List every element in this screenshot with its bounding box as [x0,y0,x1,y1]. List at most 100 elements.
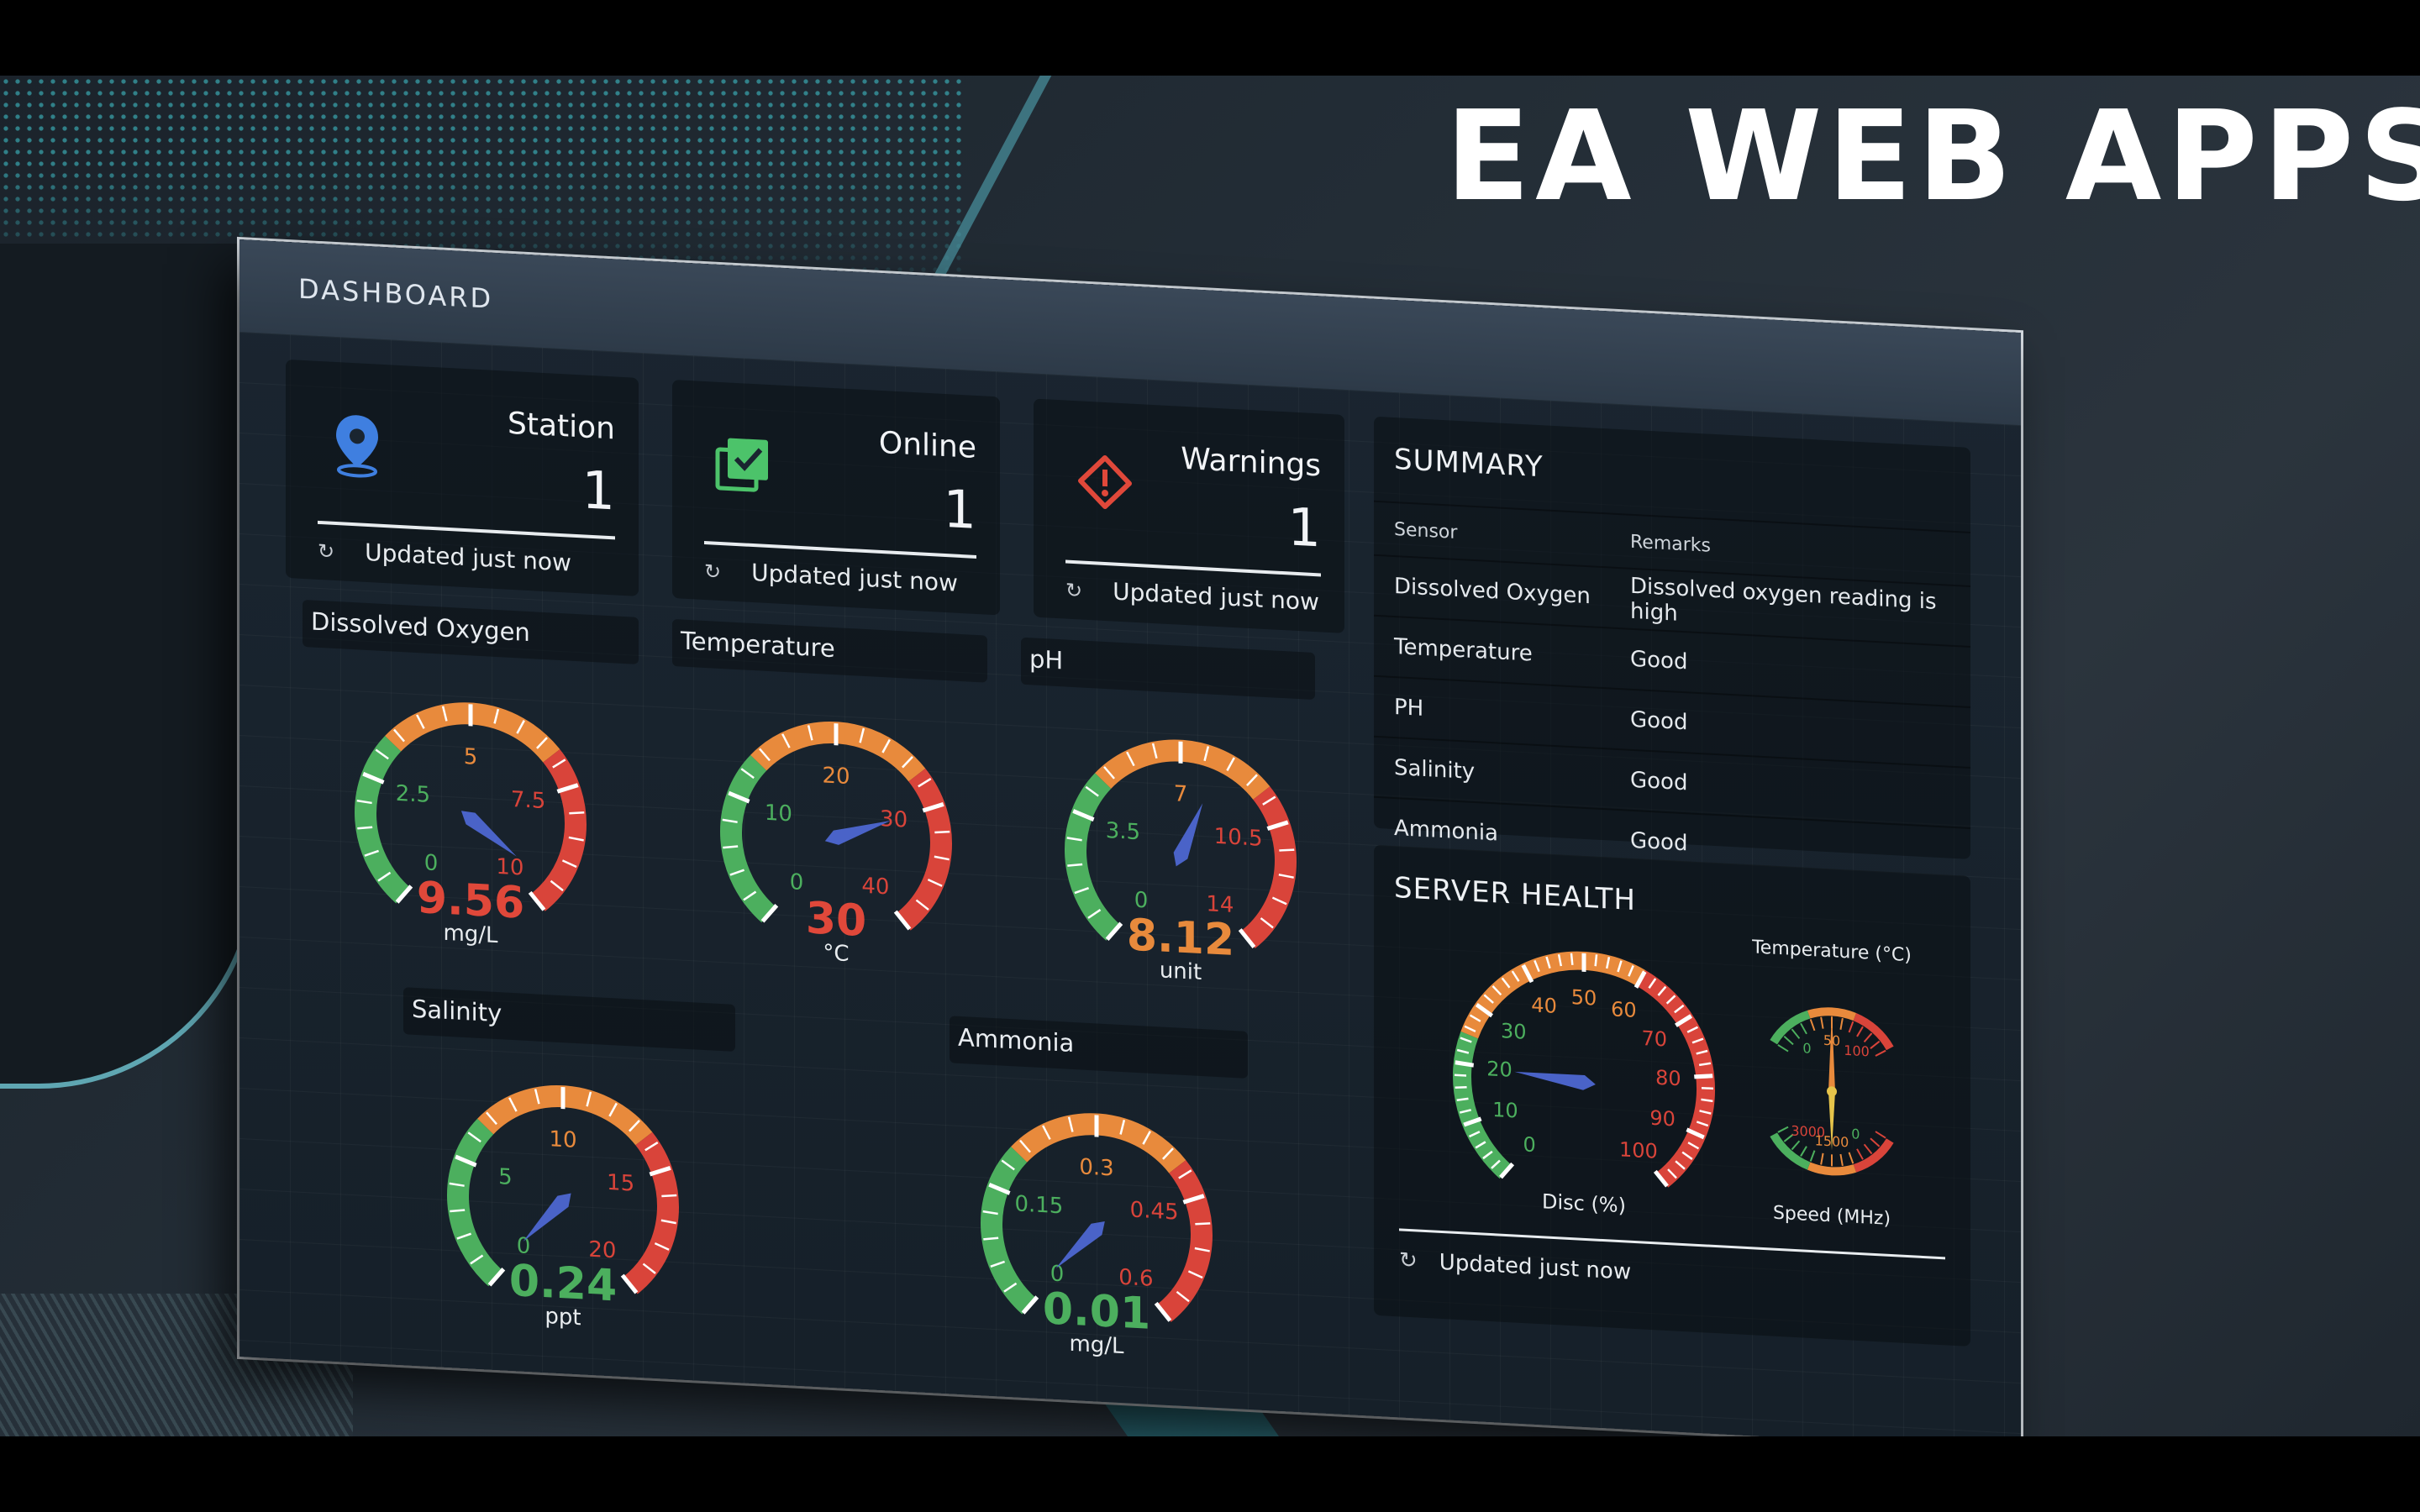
stat-value: 1 [943,477,976,541]
gauge-value: 9.56 [417,873,524,929]
gauge-band [720,754,776,923]
temperature-tick [1777,1044,1789,1053]
divider [1065,559,1321,577]
temperature-tick [1800,1022,1807,1035]
speed-tick [1809,1150,1816,1162]
server-gauges-svg: 0102030405060708090100Disc (%)050100Temp… [1453,937,1912,1230]
gauge-tick-label: 10.5 [1214,824,1263,852]
update-text: Updated just now [365,538,571,577]
temperature-tick [1856,1026,1864,1037]
gauge-svg: 00.150.30.450.60.01mg/L [981,1113,1213,1359]
stat-title: Station [508,406,615,447]
gauge-tick-label: 0 [1134,888,1149,914]
gauge-band [1156,1160,1213,1322]
gauge-tick-label: 40 [1531,993,1557,1018]
gauge-unit: mg/L [1069,1331,1124,1359]
refresh-icon[interactable]: ↻ [318,539,334,564]
gauge-tick-label: 7.5 [511,787,545,814]
stat-value: 1 [1287,496,1321,559]
speed-tick [1856,1148,1864,1160]
update-text: Updated just now [1439,1249,1632,1285]
gauge-needle [460,811,517,857]
brand-title: EA WEB APPS [1445,84,2420,228]
gauge-band [355,736,411,904]
gauge-tick-label: 10 [1492,1098,1518,1123]
gauge-tick-label: 10 [549,1126,576,1153]
checkbox-stack-icon [715,438,768,492]
gauge-needle [1514,1071,1596,1090]
gauge-needle [1173,803,1203,867]
summary-panel: SUMMARY Sensor Remarks Dissolved Oxygen … [1374,416,1970,888]
gauge-value: 0.01 [1043,1284,1150,1340]
gauge-unit: °C [823,940,849,967]
gauge-tick-label: 5 [464,744,478,770]
gauge-tick-label: 7 [1174,781,1188,807]
gauge-tick-label: 20 [822,763,850,790]
temperature-tick [1791,1028,1801,1039]
gauge-tick-label: 30 [1501,1019,1527,1044]
refresh-icon[interactable]: ↻ [1399,1247,1418,1273]
gauge-band [1240,786,1297,949]
temperature-tick [1875,1049,1886,1057]
temperature-tick-label: 0 [1802,1040,1811,1057]
gauge-band [1065,773,1121,941]
needle-hub [1827,1086,1837,1097]
refresh-icon[interactable]: ↻ [1065,579,1082,603]
gauge-band [623,1131,679,1294]
gauge-salinity: 0 5 10 15 20 0.24 ppt [420,1059,706,1352]
update-status: ↻ Updated just now [1065,575,1319,617]
gauge-tick-label: 20 [1486,1057,1512,1082]
server-gauges: 0102030405060708090100Disc (%)050100Temp… [1374,895,1970,1254]
speed-tick [1800,1146,1807,1158]
speed-tick-label: 0 [1851,1126,1860,1142]
gauge-svg: 03.5710.5148.12unit [1065,739,1297,985]
station-card[interactable]: Station 1 ↻ Updated just now [286,359,639,596]
gauge-tick-label: 0 [424,850,439,876]
gauge-tick-label: 0 [790,869,804,895]
stat-title: Warnings [1181,441,1321,484]
gauge-unit: ppt [544,1304,581,1331]
gauge-tick-label: 80 [1655,1066,1681,1091]
temperature-tick-label: 100 [1844,1042,1870,1060]
temperature-tick [1820,1016,1824,1029]
warning-diamond-icon [1078,454,1132,509]
update-text: Updated just now [1113,577,1319,617]
gauge-value: 30 [806,893,866,947]
gauge-tick-label: 90 [1649,1106,1676,1131]
temperature-tick [1870,1040,1881,1049]
gauge-tick-label: 5 [498,1164,513,1190]
speed-tick [1875,1131,1886,1139]
speed-tick [1820,1152,1824,1165]
letterbox-top [0,0,2420,76]
update-status: ↻ Updated just now [704,556,958,597]
temperature-tick [1809,1019,1816,1032]
divider [318,520,615,540]
speed-tick [1791,1140,1801,1151]
gauge-tick-label: 0 [1523,1132,1535,1157]
gauge-band [896,768,952,931]
gauge-svg: 02.557.5109.56mg/L [355,702,587,948]
online-card[interactable]: Online 1 ↻ Updated just now [672,379,1000,616]
gauge-svg: 051015200.24ppt [447,1085,679,1331]
server-health-panel: SERVER HEALTH 0 10 20 30 40 50 60 70 80 90 100 Disc… [1374,844,1970,1347]
warnings-card[interactable]: Warnings 1 ↻ Updated just now [1034,398,1344,633]
gauge-value: 0.24 [509,1256,617,1312]
update-status: ↻ Updated just now [1399,1247,1631,1284]
speed-tick [1863,1143,1873,1155]
decor-shape [0,244,257,1089]
refresh-icon[interactable]: ↻ [704,559,721,584]
gauge-tick-label: 15 [607,1170,634,1197]
speed-tick [1839,1153,1844,1166]
temperature-tick [1863,1032,1873,1043]
gauge-tick-label: 0.15 [1014,1191,1063,1219]
gauge-tick [1570,953,1574,965]
gauge-ph: 0 3.5 7 10.5 14 8.12 unit [1038,714,1323,1006]
gauge-unit: unit [1160,958,1202,985]
summary-title: SUMMARY [1394,443,1544,485]
dashboard-window: DASHBOARD Station 1 ↻ Updated just now On… [239,239,2021,1451]
disc-label: Disc (%) [1542,1189,1626,1217]
gauge-ammonia: 0 0.15 0.3 0.45 0.6 0.01 mg/L [954,1088,1239,1380]
page-title: DASHBOARD [298,272,494,315]
gauge-tick-label: 100 [1619,1137,1658,1163]
speed-tick [1870,1137,1881,1147]
